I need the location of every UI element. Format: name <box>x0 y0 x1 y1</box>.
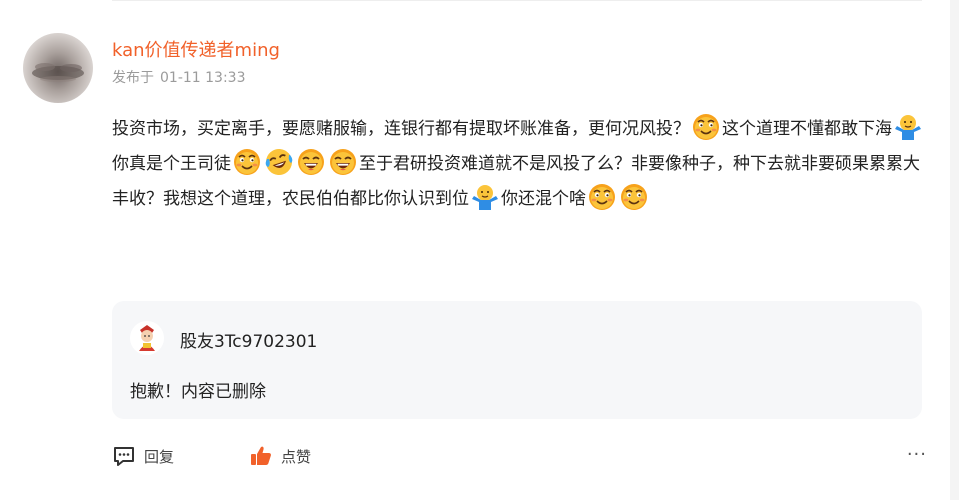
shrug-emoji-icon <box>470 182 500 212</box>
content-text: 你真是个王司徒 <box>112 154 231 174</box>
shrug-emoji-icon <box>893 112 923 142</box>
like-button[interactable]: 点赞 <box>249 444 311 468</box>
post-content: 投资市场，买定离手，要愿赌服输，连银行都有提取坏账准备，更何况风投？ 这个道理不懂… <box>112 112 927 217</box>
reply-text: 抱歉！内容已删除 <box>130 382 266 402</box>
cry-laugh-emoji-icon <box>264 147 294 177</box>
thumbs-up-icon <box>249 444 273 468</box>
content-text: 这个道理不懂都敢下海 <box>722 119 892 139</box>
reply-avatar[interactable] <box>130 321 164 355</box>
reply-button[interactable]: 回复 <box>112 444 174 468</box>
avatar[interactable] <box>23 33 93 103</box>
comment-icon <box>112 444 136 468</box>
content-text: 投资市场，买定离手，要愿赌服输，连银行都有提取坏账准备，更何况风投？ <box>112 119 690 139</box>
post-time: 发布于 01-11 13:33 <box>112 67 245 87</box>
grin-emoji-icon <box>296 147 326 177</box>
scrollbar-track[interactable] <box>950 0 959 500</box>
content-text: 你还混个啥 <box>501 189 586 209</box>
username[interactable]: kan价值传递者ming <box>112 36 280 62</box>
post-time-value: 01-11 13:33 <box>160 70 246 86</box>
grin-emoji-icon <box>328 147 358 177</box>
smirk-emoji-icon <box>232 147 262 177</box>
smirk-emoji-icon <box>587 182 617 212</box>
action-bar: 回复 点赞 ··· <box>112 444 927 470</box>
reply-label: 回复 <box>144 447 175 466</box>
smirk-emoji-icon <box>691 112 721 142</box>
top-divider <box>112 0 922 1</box>
quoted-reply: 股友3Tc9702301 抱歉！内容已删除 <box>112 301 922 419</box>
like-label: 点赞 <box>281 447 312 466</box>
more-dots-icon[interactable]: ··· <box>907 444 927 465</box>
reply-username[interactable]: 股友3Tc9702301 <box>180 327 317 352</box>
post-time-label: 发布于 <box>112 70 154 86</box>
smirk-emoji-icon <box>619 182 649 212</box>
